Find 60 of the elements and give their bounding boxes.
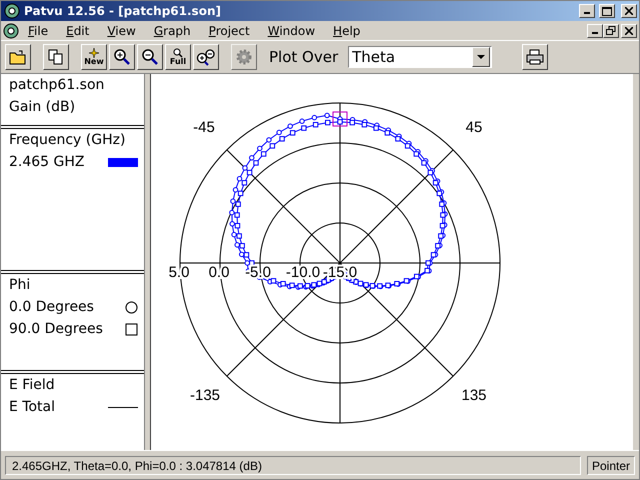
- new-button[interactable]: New: [81, 44, 107, 70]
- angle-label: -45: [193, 118, 215, 136]
- legend-label: 0.0 Degrees: [9, 298, 94, 317]
- menu-item[interactable]: Graph: [144, 24, 200, 38]
- line-sample-icon: [108, 406, 138, 409]
- menu-item[interactable]: Edit: [57, 24, 98, 38]
- zoom-out-button[interactable]: [137, 44, 163, 70]
- maximize-button[interactable]: [599, 4, 615, 18]
- legend-heading: Frequency (GHz): [9, 131, 126, 150]
- close-button[interactable]: [621, 4, 637, 18]
- angle-label: -135: [190, 386, 220, 404]
- plot-over-dropdown[interactable]: Theta: [348, 46, 492, 68]
- minimize-icon: [584, 12, 590, 14]
- menu-item[interactable]: Window: [258, 24, 324, 38]
- zoom-in-button[interactable]: [109, 44, 135, 70]
- dropdown-arrow-icon: [477, 55, 486, 59]
- minimize-button[interactable]: [587, 24, 603, 38]
- full-button[interactable]: Full: [165, 44, 191, 70]
- angle-label: 45: [466, 118, 482, 136]
- legend-heading: E Field: [9, 376, 56, 395]
- zoom-both-button[interactable]: [193, 44, 219, 70]
- menu-item[interactable]: File: [19, 24, 58, 38]
- copy-button[interactable]: [43, 44, 69, 70]
- restore-button[interactable]: [603, 24, 619, 38]
- square-marker-icon: [125, 323, 138, 336]
- zoom-out-icon: [141, 48, 159, 66]
- minimize-button[interactable]: [579, 4, 595, 18]
- sparkle-icon: [88, 48, 100, 58]
- copy-icon: [48, 49, 64, 65]
- menu-item[interactable]: Help: [324, 24, 370, 38]
- window-title: Patvu 12.56 - [patchp61.son]: [24, 4, 222, 18]
- status-mode: Pointer: [586, 456, 635, 474]
- legend-label: 2.465 GHZ: [9, 153, 84, 172]
- legend-heading: Phi: [9, 276, 32, 295]
- open-button[interactable]: [5, 44, 31, 70]
- zoom-in-icon: [113, 48, 131, 66]
- zoom-icon: [196, 48, 216, 66]
- restore-icon: [606, 26, 616, 35]
- file-name: patchp61.son: [9, 76, 106, 95]
- legend-label: E Total: [9, 398, 55, 417]
- circle-marker-icon: [125, 301, 138, 314]
- print-button[interactable]: [522, 44, 548, 70]
- maximize-icon: [602, 6, 612, 16]
- menu-item[interactable]: View: [98, 24, 145, 38]
- angle-label: 135: [461, 386, 487, 404]
- app-icon: [4, 3, 20, 19]
- magnifier-icon: [172, 48, 184, 58]
- gear-icon: [235, 48, 253, 66]
- close-button[interactable]: [621, 24, 637, 38]
- minimize-icon: [592, 32, 598, 34]
- folder-icon: [9, 50, 27, 64]
- close-icon: [625, 26, 633, 34]
- quantity-label: Gain (dB): [9, 98, 76, 117]
- menu-item[interactable]: Project: [200, 24, 259, 38]
- status-message: 2.465GHZ, Theta=0.0, Phi=0.0 : 3.047814 (dB): [5, 456, 581, 474]
- close-icon: [625, 7, 633, 15]
- cursor-marker: [332, 112, 348, 126]
- plot-over-label: Plot Over: [269, 48, 338, 66]
- printer-icon: [526, 49, 544, 65]
- legend-label: 90.0 Degrees: [9, 320, 103, 339]
